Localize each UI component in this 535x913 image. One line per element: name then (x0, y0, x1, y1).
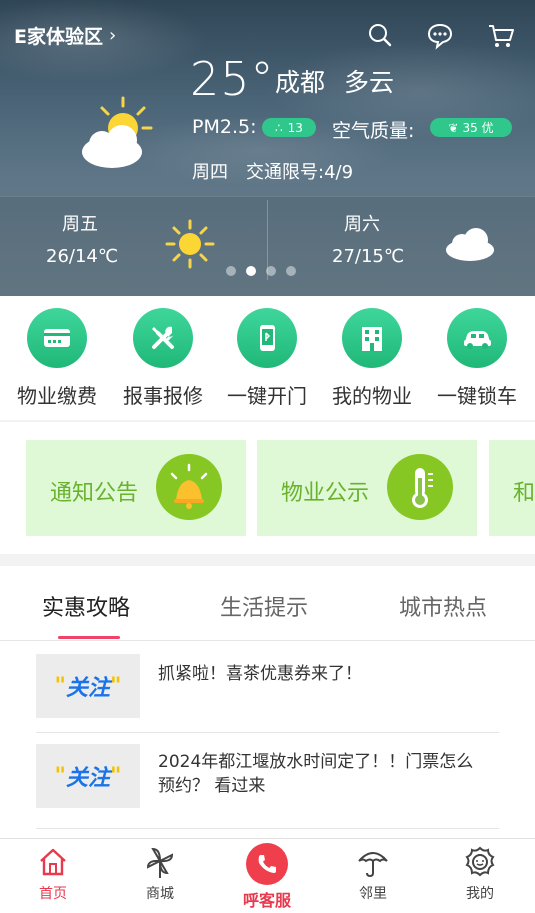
carousel-dot[interactable] (226, 266, 236, 276)
news-thumbnail: " 关注 " (36, 744, 140, 808)
payment-card-icon (27, 308, 87, 368)
news-title: 2024年都江堰放水时间定了！！门票怎么 (158, 752, 474, 772)
card-label: 和 (513, 481, 535, 506)
tab-city-hot[interactable]: 城市热点 (399, 590, 487, 622)
pm25-badge: ∴ 13 (262, 118, 316, 137)
nav-label: 首页 (39, 886, 67, 902)
home-icon (36, 845, 70, 879)
car-icon (447, 308, 507, 368)
forecast-day: 周六 (344, 214, 380, 235)
quick-action-label: 报事报修 (123, 384, 203, 408)
leaf-icon: ❦ (448, 120, 459, 135)
forecast-day: 周五 (62, 214, 98, 235)
weather-condition: 多云 (344, 68, 395, 97)
phone-icon (246, 843, 288, 885)
divider (36, 732, 499, 733)
city-name: 成都 (275, 68, 326, 97)
air-quality-badge: ❦ 35 优 (430, 118, 512, 137)
phone-unlock-icon (237, 308, 297, 368)
nav-label: 我的 (466, 886, 494, 902)
news-thumbnail: " 关注 " (36, 654, 140, 718)
carousel-dot-active[interactable] (246, 266, 256, 276)
carousel-dot[interactable] (286, 266, 296, 276)
quick-action-label: 物业缴费 (17, 384, 97, 408)
quick-action-label: 我的物业 (332, 384, 412, 408)
thumbnail-text: 关注 (65, 676, 110, 701)
news-title-line2: 预约？ 看过来 (158, 776, 266, 796)
current-temperature: 25° (190, 52, 275, 106)
quick-action-my-property[interactable]: 我的物业 (319, 308, 425, 409)
tab-indicator (58, 636, 120, 639)
nav-neighbors[interactable]: 邻里 (338, 845, 408, 903)
sun-icon (164, 218, 216, 270)
partly-cloudy-icon (78, 96, 158, 176)
pm25-label: PM2.5: (192, 116, 257, 138)
divider (0, 640, 535, 641)
card-property-notice[interactable]: 物业公示 (257, 440, 477, 536)
traffic-restriction: 交通限号:4/9 (246, 162, 354, 183)
bottom-nav: 首页 商城 呼客服 邻里 我的 (0, 838, 535, 913)
weather-panel: E家体验区 › 25° 成都 多云 PM2.5: ∴ 13 空气质量: ❦ 35… (0, 0, 535, 296)
nav-label: 邻里 (359, 886, 387, 902)
cloud-icon (444, 218, 496, 270)
tab-life-tips[interactable]: 生活提示 (220, 590, 308, 622)
card-label: 物业公示 (281, 481, 370, 506)
carousel-dots (226, 266, 296, 276)
air-quality-label: 空气质量: (332, 120, 415, 142)
quick-action-payment[interactable]: 物业缴费 (4, 308, 110, 409)
card-notice[interactable]: 通知公告 (26, 440, 246, 536)
tab-deals[interactable]: 实惠攻略 (42, 590, 130, 622)
thumbnail-text: 关注 (65, 766, 110, 791)
building-icon (342, 308, 402, 368)
news-feed: 实惠攻略 生活提示 城市热点 " 关注 " 抓紧啦！喜茶优惠券来了！ " 关注 " 20… (0, 566, 535, 841)
news-title: 抓紧啦！喜茶优惠券来了！ (158, 664, 362, 684)
nav-home[interactable]: 首页 (18, 845, 88, 903)
nav-label: 呼客服 (242, 891, 291, 910)
card-label: 通知公告 (50, 481, 139, 506)
dots-icon: ∴ (275, 120, 283, 135)
region-name: E家体验区 (14, 26, 103, 48)
nav-mall[interactable]: 商城 (125, 845, 195, 903)
quick-action-lock-car[interactable]: 一键锁车 (424, 308, 530, 409)
forecast-temp: 27/15℃ (332, 246, 405, 267)
divider (36, 828, 499, 829)
search-icon[interactable] (365, 20, 395, 50)
umbrella-icon (356, 845, 390, 879)
carousel-dot[interactable] (266, 266, 276, 276)
notice-cards: 通知公告 物业公示 和 (0, 422, 535, 554)
forecast-temp: 26/14℃ (46, 246, 119, 267)
quick-actions: 物业缴费 报事报修 一键开门 我的物业 一键锁车 (0, 296, 535, 420)
cart-icon[interactable] (486, 20, 516, 50)
nav-mine[interactable]: 我的 (445, 845, 515, 903)
thermometer-icon (387, 454, 453, 520)
tools-icon (133, 308, 193, 368)
quick-action-label: 一键开门 (227, 384, 307, 408)
region-selector[interactable]: E家体验区 › (14, 22, 116, 49)
news-item[interactable]: " 关注 " 2024年都江堰放水时间定了！！门票怎么 预约？ 看过来 (36, 744, 499, 808)
nav-label: 商城 (146, 886, 174, 902)
weekday: 周四 (192, 162, 228, 183)
pinwheel-icon (143, 845, 177, 879)
card-partial[interactable]: 和 (489, 440, 535, 536)
quick-action-label: 一键锁车 (437, 384, 517, 408)
news-item[interactable]: " 关注 " 抓紧啦！喜茶优惠券来了！ (36, 654, 499, 718)
quick-action-open-door[interactable]: 一键开门 (214, 308, 320, 409)
message-icon[interactable] (425, 20, 455, 50)
bell-icon (156, 454, 222, 520)
flower-face-icon (463, 845, 497, 879)
air-quality-value: 35 优 (462, 121, 494, 135)
nav-customer-service[interactable]: 呼客服 (232, 843, 302, 911)
pm25-value: 13 (287, 120, 303, 135)
chevron-right-icon: › (108, 25, 117, 46)
quick-action-repair[interactable]: 报事报修 (110, 308, 216, 409)
